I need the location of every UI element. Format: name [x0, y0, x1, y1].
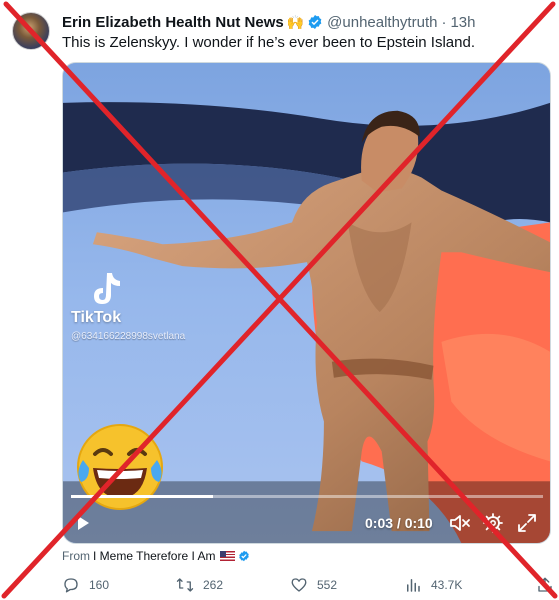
retweet-icon [176, 578, 194, 592]
us-flag-icon [219, 551, 235, 561]
tweet-text: This is Zelenskyy. I wonder if he’s ever… [62, 34, 475, 51]
retweet-button[interactable]: 262 [176, 576, 223, 594]
separator-dot: · [441, 13, 447, 31]
tweet: Erin Elizabeth Health Nut News 🙌 @unheal… [0, 0, 559, 600]
play-icon[interactable] [75, 515, 91, 531]
video-progress-fill [71, 495, 213, 498]
video-progress-bar[interactable] [71, 495, 543, 498]
settings-gear-icon[interactable] [483, 513, 503, 533]
share-icon [538, 577, 552, 592]
mute-icon[interactable] [449, 513, 471, 533]
action-bar: 160 262 552 43.7K [62, 576, 559, 596]
like-button[interactable]: 552 [290, 576, 337, 594]
tiktok-watermark-brand: TikTok [71, 309, 122, 326]
reply-button[interactable]: 160 [62, 576, 109, 594]
heart-icon [291, 578, 307, 592]
views-button[interactable]: 43.7K [404, 576, 462, 594]
video-player[interactable]: TikTok @634166228998svetlana 0:03 / 0:10 [62, 62, 551, 544]
attribution-prefix: From [62, 549, 90, 563]
raised-hands-emoji: 🙌 [286, 13, 305, 30]
like-count: 552 [317, 578, 338, 592]
reply-icon [64, 578, 78, 593]
tiktok-watermark-handle: @634166228998svetlana [71, 331, 186, 342]
video-time: 0:03 / 0:10 [365, 515, 433, 531]
analytics-icon [407, 579, 420, 592]
user-handle[interactable]: @unhealthytruth [327, 14, 437, 31]
reply-count: 160 [89, 578, 110, 592]
fullscreen-icon[interactable] [517, 513, 537, 533]
media-attribution: From I Meme Therefore I Am [62, 549, 250, 563]
tweet-header: Erin Elizabeth Health Nut News 🙌 @unheal… [62, 12, 475, 32]
display-name[interactable]: Erin Elizabeth Health Nut News [62, 14, 284, 31]
attribution-source[interactable]: I Meme Therefore I Am [93, 549, 216, 563]
laughing-emoji-icon [77, 424, 163, 510]
post-time[interactable]: 13h [450, 14, 475, 31]
verified-badge-small-icon [238, 550, 250, 562]
views-count: 43.7K [431, 578, 463, 592]
avatar[interactable] [12, 12, 50, 50]
retweet-count: 262 [203, 578, 224, 592]
share-button[interactable] [536, 576, 559, 594]
verified-badge-icon [307, 14, 323, 30]
tiktok-logo-icon [94, 273, 120, 304]
